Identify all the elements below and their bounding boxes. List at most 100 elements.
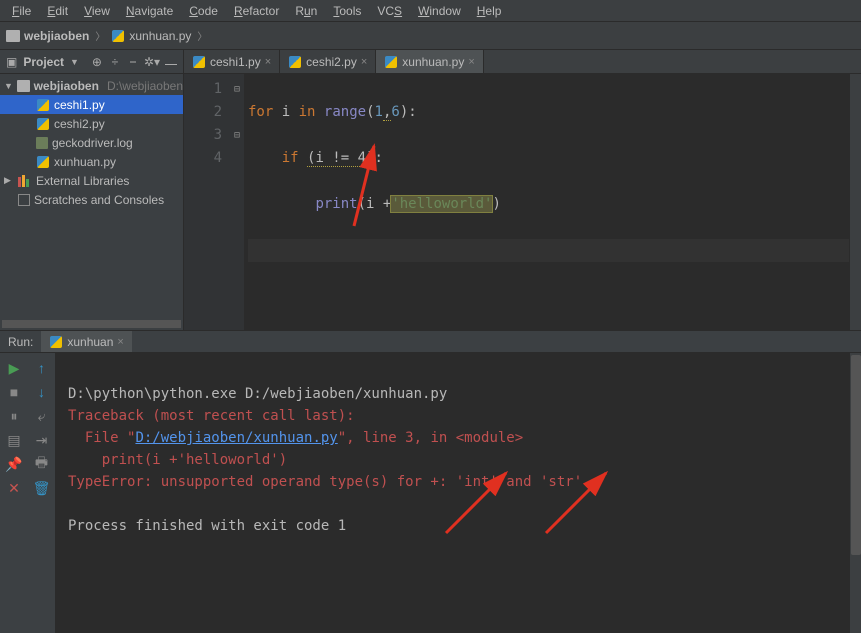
breadcrumb-file-label: xunhuan.py: [129, 29, 191, 43]
fold-icon[interactable]: ⊟: [230, 78, 244, 101]
python-file-icon: [36, 155, 50, 169]
expand-arrow-icon[interactable]: ▶: [4, 175, 14, 186]
scroll-end-button[interactable]: ⇥: [33, 431, 51, 449]
menu-help[interactable]: Help: [469, 2, 510, 20]
python-file-icon: [36, 98, 50, 112]
close-icon[interactable]: ×: [117, 336, 123, 348]
tree-scratches[interactable]: Scratches and Consoles: [0, 190, 183, 209]
breadcrumb: webjiaoben 〉 xunhuan.py 〉: [0, 22, 861, 50]
tree-ext-lib-label: External Libraries: [36, 174, 129, 188]
project-panel-header: ▣ Project ▼ ⊕ ÷ ⎯ ✲▾ ⎼: [0, 50, 183, 74]
tree-item-label: xunhuan.py: [54, 155, 116, 169]
tab-label: ceshi2.py: [306, 55, 357, 69]
editor-scrollbar[interactable]: [849, 74, 861, 330]
menu-navigate[interactable]: Navigate: [118, 2, 181, 20]
trash-button[interactable]: 🗑: [33, 479, 51, 497]
menu-code[interactable]: Code: [181, 2, 226, 20]
menu-run[interactable]: Run: [287, 2, 325, 20]
project-panel-title: Project: [23, 55, 64, 69]
console-file-pre: File ": [68, 430, 135, 446]
soft-wrap-button[interactable]: ⤶: [33, 407, 51, 425]
menu-window[interactable]: Window: [410, 2, 469, 20]
python-file-icon: [384, 55, 398, 69]
tab-label: xunhuan.py: [402, 55, 464, 69]
code-content[interactable]: for i in range(1,6): if (i != 4): print(…: [244, 74, 849, 330]
menu-tools[interactable]: Tools: [325, 2, 369, 20]
python-file-icon: [288, 55, 302, 69]
dropdown-arrow-icon[interactable]: ▼: [70, 57, 79, 67]
tree-root-label: webjiaoben: [34, 79, 99, 93]
menu-vcs[interactable]: VCS: [369, 2, 410, 20]
tree-external-libraries[interactable]: ▶ External Libraries: [0, 171, 183, 190]
console-file-post: ", line 3, in <module>: [338, 430, 523, 446]
close-icon[interactable]: ×: [361, 56, 367, 68]
line-number: 2: [184, 101, 222, 124]
line-number: 1: [184, 78, 222, 101]
run-tab-label: xunhuan: [67, 335, 113, 349]
fold-end-icon[interactable]: ⊟: [230, 124, 244, 147]
tab-ceshi2[interactable]: ceshi2.py ×: [280, 50, 376, 73]
line-number: 4: [184, 147, 222, 170]
menu-view[interactable]: View: [76, 2, 118, 20]
console-cmd: D:\python\python.exe D:/webjiaoben/xunhu…: [68, 386, 447, 402]
code-editor[interactable]: 1 2 3 4 ⊟ ⊟ for i in range(1,6): if (i !…: [184, 74, 861, 330]
tree-item-label: geckodriver.log: [52, 136, 133, 150]
console-output[interactable]: D:\python\python.exe D:/webjiaoben/xunhu…: [56, 353, 849, 633]
collapse-icon[interactable]: ⎯: [127, 55, 139, 69]
line-number: 3: [184, 124, 222, 147]
console-code-line: print(i +'helloworld'): [68, 452, 287, 468]
run-tool-window: Run: xunhuan × ▶ ■ ⏸ ▤ 📌 ✕ ↑ ↓ ⤶ ⇥ 🖶 🗑 D…: [0, 330, 861, 633]
tree-item-geckodriver[interactable]: geckodriver.log: [0, 133, 183, 152]
settings-icon[interactable]: ✲▾: [145, 55, 159, 69]
project-tool-window: ▣ Project ▼ ⊕ ÷ ⎯ ✲▾ ⎼ ▼ webjiaoben D:\w…: [0, 50, 184, 330]
scratches-icon: [18, 194, 30, 206]
menu-refactor[interactable]: Refactor: [226, 2, 287, 20]
locate-icon[interactable]: ⊕: [91, 55, 103, 69]
project-tree: ▼ webjiaoben D:\webjiaoben ceshi1.py ces…: [0, 74, 183, 211]
run-label: Run:: [0, 335, 41, 349]
run-toolbar-right: ↑ ↓ ⤶ ⇥ 🖶 🗑: [28, 353, 56, 633]
breadcrumb-file[interactable]: xunhuan.py: [111, 29, 191, 43]
folder-icon: [17, 80, 30, 92]
stop-button[interactable]: ■: [5, 383, 23, 401]
project-view-icon[interactable]: ▣: [6, 55, 17, 69]
tab-xunhuan[interactable]: xunhuan.py ×: [376, 50, 484, 73]
fold-gutter: ⊟ ⊟: [230, 74, 244, 330]
python-file-icon: [111, 29, 125, 43]
menu-edit[interactable]: Edit: [39, 2, 76, 20]
tree-root[interactable]: ▼ webjiaoben D:\webjiaoben: [0, 76, 183, 95]
print-button[interactable]: 🖶: [33, 455, 51, 473]
console-file-link[interactable]: D:/webjiaoben/xunhuan.py: [135, 430, 337, 446]
sidebar-scrollbar[interactable]: [2, 320, 181, 328]
menu-bar: File Edit View Navigate Code Refactor Ru…: [0, 0, 861, 22]
pause-button[interactable]: ⏸: [5, 407, 23, 425]
close-icon[interactable]: ×: [468, 56, 474, 68]
breadcrumb-project-label: webjiaoben: [24, 29, 89, 43]
pin-button[interactable]: 📌: [5, 455, 23, 473]
layout-button[interactable]: ▤: [5, 431, 23, 449]
tree-item-label: ceshi1.py: [54, 98, 105, 112]
menu-file[interactable]: File: [4, 2, 39, 20]
tree-item-xunhuan[interactable]: xunhuan.py: [0, 152, 183, 171]
up-button[interactable]: ↑: [33, 359, 51, 377]
breadcrumb-project[interactable]: webjiaoben: [6, 29, 89, 43]
tab-label: ceshi1.py: [210, 55, 261, 69]
close-button[interactable]: ✕: [5, 479, 23, 497]
log-file-icon: [36, 137, 48, 149]
tree-item-ceshi2[interactable]: ceshi2.py: [0, 114, 183, 133]
expand-icon[interactable]: ÷: [109, 55, 121, 69]
rerun-button[interactable]: ▶: [5, 359, 23, 377]
hide-icon[interactable]: ⎼: [165, 55, 177, 69]
console-scrollbar[interactable]: [849, 353, 861, 633]
chevron-right-icon: 〉: [95, 28, 105, 43]
tree-item-ceshi1[interactable]: ceshi1.py: [0, 95, 183, 114]
run-tab-xunhuan[interactable]: xunhuan ×: [41, 331, 131, 352]
editor-area: ceshi1.py × ceshi2.py × xunhuan.py × 1 2…: [184, 50, 861, 330]
down-button[interactable]: ↓: [33, 383, 51, 401]
console-exit: Process finished with exit code 1: [68, 518, 346, 534]
console-traceback: Traceback (most recent call last):: [68, 408, 355, 424]
tree-scratches-label: Scratches and Consoles: [34, 193, 164, 207]
expand-arrow-icon[interactable]: ▼: [4, 81, 13, 91]
close-icon[interactable]: ×: [265, 56, 271, 68]
tab-ceshi1[interactable]: ceshi1.py ×: [184, 50, 280, 73]
